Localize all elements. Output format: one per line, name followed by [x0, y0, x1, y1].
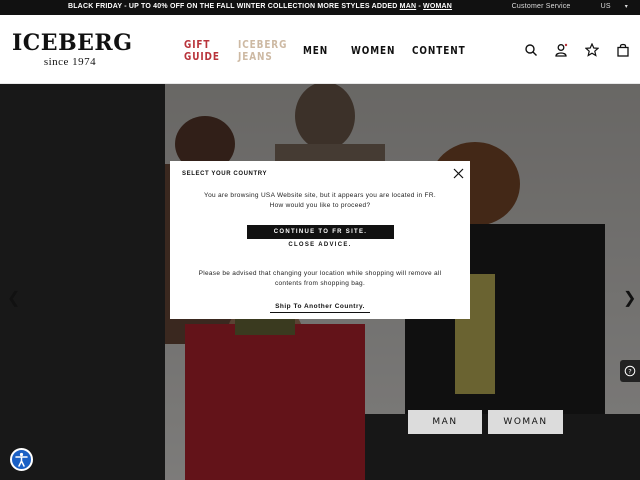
help-icon[interactable]: ? [620, 360, 640, 382]
ship-to-another-country-link[interactable]: Ship To Another Country. [270, 303, 370, 313]
country-selector[interactable]: US ▾ [587, 3, 628, 10]
carousel-prev-icon[interactable]: ❮ [7, 288, 20, 308]
star-icon[interactable] [585, 43, 599, 57]
site-header: ICEBERG since 1974 GIFT GUIDE ICEBERG JE… [0, 15, 640, 84]
promo-text: BLACK FRIDAY - UP TO 40% OFF ON THE FALL… [67, 3, 400, 10]
close-advice-button[interactable]: CLOSE ADVICE. [170, 242, 470, 248]
shop-man-button[interactable]: MAN [408, 410, 482, 434]
user-icon[interactable] [554, 43, 568, 57]
promo-link-man[interactable]: MAN [400, 3, 417, 10]
country-select-modal: SELECT YOUR COUNTRY You are browsing USA… [170, 161, 470, 319]
logo-wordmark: ICEBERG [12, 30, 133, 56]
carousel-next-icon[interactable]: ❯ [623, 288, 636, 308]
accessibility-icon [15, 452, 28, 467]
modal-warning-line1: Please be advised that changing your loc… [198, 270, 442, 277]
modal-message: You are browsing USA Website site, but i… [170, 191, 470, 211]
search-icon[interactable] [524, 43, 538, 57]
nav-gift-guide-line2: GUIDE [184, 50, 220, 63]
nav-iceberg-jeans-line2: JEANS [238, 50, 273, 63]
svg-text:?: ? [628, 367, 631, 375]
country-code: US [600, 3, 611, 10]
chevron-down-icon: ▾ [624, 4, 628, 10]
modal-title: SELECT YOUR COUNTRY [182, 171, 268, 177]
nav-women[interactable]: WOMEN [351, 45, 395, 57]
continue-to-fr-button[interactable]: CONTINUE TO FR SITE. [247, 225, 394, 239]
modal-message-line2: How would you like to proceed? [269, 202, 371, 209]
promo-link-woman[interactable]: WOMAN [423, 3, 452, 10]
modal-warning: Please be advised that changing your loc… [170, 269, 470, 289]
nav-content[interactable]: CONTENT [412, 45, 466, 57]
question-circle-icon: ? [624, 365, 636, 377]
modal-warning-line2: contents from shopping bag. [274, 280, 366, 287]
close-icon[interactable] [453, 168, 464, 179]
nav-gift-guide[interactable]: GIFT GUIDE [184, 39, 220, 63]
shopping-bag-icon[interactable] [616, 43, 630, 57]
utility-links: Customer Service US ▾ [498, 3, 628, 10]
nav-men[interactable]: MEN [303, 45, 328, 57]
accessibility-button[interactable] [10, 448, 33, 471]
promo-message: BLACK FRIDAY - UP TO 40% OFF ON THE FALL… [0, 3, 520, 10]
logo[interactable]: ICEBERG since 1974 [12, 30, 133, 68]
modal-message-line1: You are browsing USA Website site, but i… [204, 192, 436, 199]
shop-woman-button[interactable]: WOMAN [488, 410, 563, 434]
logo-tagline: since 1974 [43, 56, 97, 68]
promo-bar: BLACK FRIDAY - UP TO 40% OFF ON THE FALL… [0, 0, 640, 15]
nav-iceberg-jeans[interactable]: ICEBERG JEANS [238, 39, 287, 63]
customer-service-link[interactable]: Customer Service [512, 3, 571, 10]
